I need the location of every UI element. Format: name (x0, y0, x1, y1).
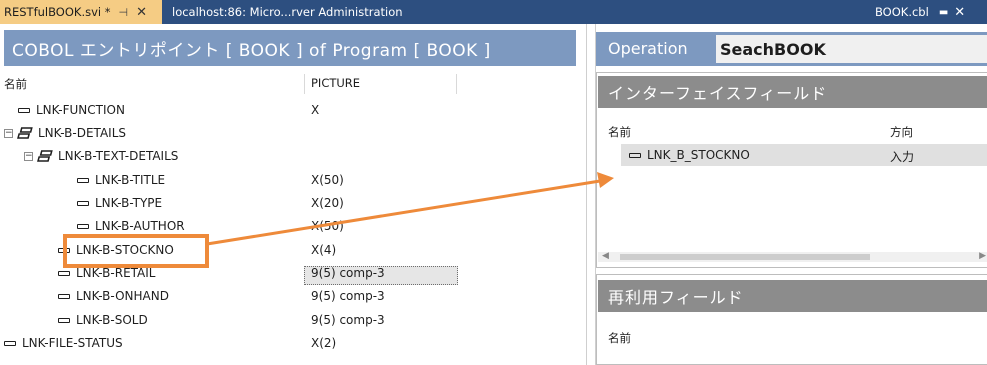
field-name: LNK-B-TYPE (95, 196, 163, 210)
field-icon (58, 247, 70, 253)
tree-row[interactable]: − LNK-B-DETAILS (0, 123, 586, 145)
field-picture: X(2) (311, 336, 337, 350)
field-name: LNK_B_STOCKNO (647, 148, 750, 162)
scrollbar-thumb[interactable] (620, 254, 870, 260)
group-icon (17, 127, 33, 139)
field-name: LNK-FUNCTION (36, 103, 125, 117)
entry-point-header: COBOL エントリポイント [ BOOK ] of Program [ BOO… (4, 30, 576, 66)
horizontal-scrollbar[interactable]: ◀ ▶ (598, 251, 987, 262)
field-name: LNK-B-DETAILS (38, 126, 127, 140)
column-header-direction[interactable]: 方向 (890, 124, 913, 140)
operation-name-field[interactable]: SeachBOOK (716, 35, 987, 63)
field-picture: 9(5) comp-3 (311, 266, 385, 280)
group-icon (37, 150, 53, 162)
field-picture: 9(5) comp-3 (311, 289, 385, 303)
operation-label: Operation (608, 39, 688, 58)
tree-row[interactable]: LNK-B-RETAIL 9(5) comp-3 (0, 263, 586, 285)
tree-row[interactable]: LNK-FILE-STATUS X(2) (0, 333, 586, 355)
operation-pane: Operation SeachBOOK インターフェイスフィールド 名前 方向 … (595, 24, 987, 365)
tab-book-cbl[interactable]: BOOK.cbl ▬ ✕ (867, 0, 987, 24)
tree-row[interactable]: LNK-B-AUTHOR X(50) (0, 216, 586, 238)
tab-restfulbook-svi[interactable]: RESTfulBOOK.svi * ⊣ ✕ (0, 0, 162, 24)
operation-bar: Operation SeachBOOK (596, 32, 987, 66)
field-icon (58, 317, 70, 323)
tab-server-administration[interactable]: localhost:86: Micro...rver Administratio… (166, 0, 407, 24)
field-name: LNK-FILE-STATUS (22, 336, 123, 350)
scroll-right-icon[interactable]: ▶ (979, 251, 986, 261)
tree-row[interactable]: LNK-FUNCTION X (0, 100, 586, 122)
close-icon[interactable]: ✕ (954, 5, 965, 20)
field-name: LNK-B-SOLD (76, 313, 148, 327)
field-direction: 入力 (890, 150, 915, 164)
scroll-left-icon[interactable]: ◀ (602, 251, 609, 261)
field-icon (58, 293, 70, 299)
column-divider[interactable] (304, 74, 305, 94)
reuse-fields-title: 再利用フィールド (598, 280, 987, 312)
column-header-name[interactable]: 名前 (608, 330, 631, 346)
tree-row[interactable]: LNK-B-SOLD 9(5) comp-3 (0, 310, 586, 332)
interface-field-row[interactable]: LNK_B_STOCKNO 入力 (621, 144, 987, 166)
column-divider[interactable] (456, 74, 457, 94)
field-name: LNK-B-STOCKNO (76, 243, 174, 257)
tree-row[interactable]: − LNK-B-TEXT-DETAILS (0, 146, 586, 168)
field-picture: X(50) (311, 173, 344, 187)
field-icon (77, 223, 89, 229)
field-name: LNK-B-ONHAND (76, 289, 169, 303)
tree-row[interactable]: LNK-B-ONHAND 9(5) comp-3 (0, 286, 586, 308)
field-icon (4, 340, 16, 346)
column-header-picture[interactable]: PICTURE (311, 76, 360, 90)
tree-row[interactable]: LNK-B-TYPE X(20) (0, 193, 586, 215)
field-icon (629, 152, 641, 158)
field-name: LNK-B-RETAIL (76, 266, 156, 280)
column-header-name[interactable]: 名前 (608, 124, 631, 140)
close-icon[interactable]: ✕ (136, 5, 147, 20)
document-tab-strip: RESTfulBOOK.svi * ⊣ ✕ localhost:86: Micr… (0, 0, 987, 24)
tab-label: RESTfulBOOK.svi * (4, 5, 111, 19)
field-picture: X(20) (311, 196, 344, 210)
field-icon (18, 107, 30, 113)
field-icon (77, 177, 89, 183)
tab-label: localhost:86: Micro...rver Administratio… (172, 5, 403, 19)
field-picture: 9(5) comp-3 (311, 313, 385, 327)
interface-fields-title: インターフェイスフィールド (598, 76, 987, 108)
cobol-entry-point-pane: COBOL エントリポイント [ BOOK ] of Program [ BOO… (0, 24, 587, 365)
pin-icon[interactable]: ⊣ (119, 6, 129, 19)
field-name: LNK-B-TITLE (95, 173, 166, 187)
field-picture: X (311, 103, 320, 117)
field-name: LNK-B-AUTHOR (95, 219, 185, 233)
column-header-name[interactable]: 名前 (4, 76, 27, 92)
field-icon (58, 270, 70, 276)
collapse-toggle-icon[interactable]: − (24, 151, 33, 161)
field-picture: X(4) (311, 243, 337, 257)
tab-label: BOOK.cbl (875, 5, 929, 19)
field-icon (77, 200, 89, 206)
collapse-toggle-icon[interactable]: − (4, 128, 13, 138)
pin-icon[interactable]: ▬ (939, 7, 948, 18)
tree-row-selected[interactable]: LNK-B-STOCKNO X(4) (0, 240, 586, 262)
field-name: LNK-B-TEXT-DETAILS (58, 149, 179, 163)
tree-row[interactable]: LNK-B-TITLE X(50) (0, 170, 586, 192)
field-picture: X(50) (311, 219, 344, 233)
